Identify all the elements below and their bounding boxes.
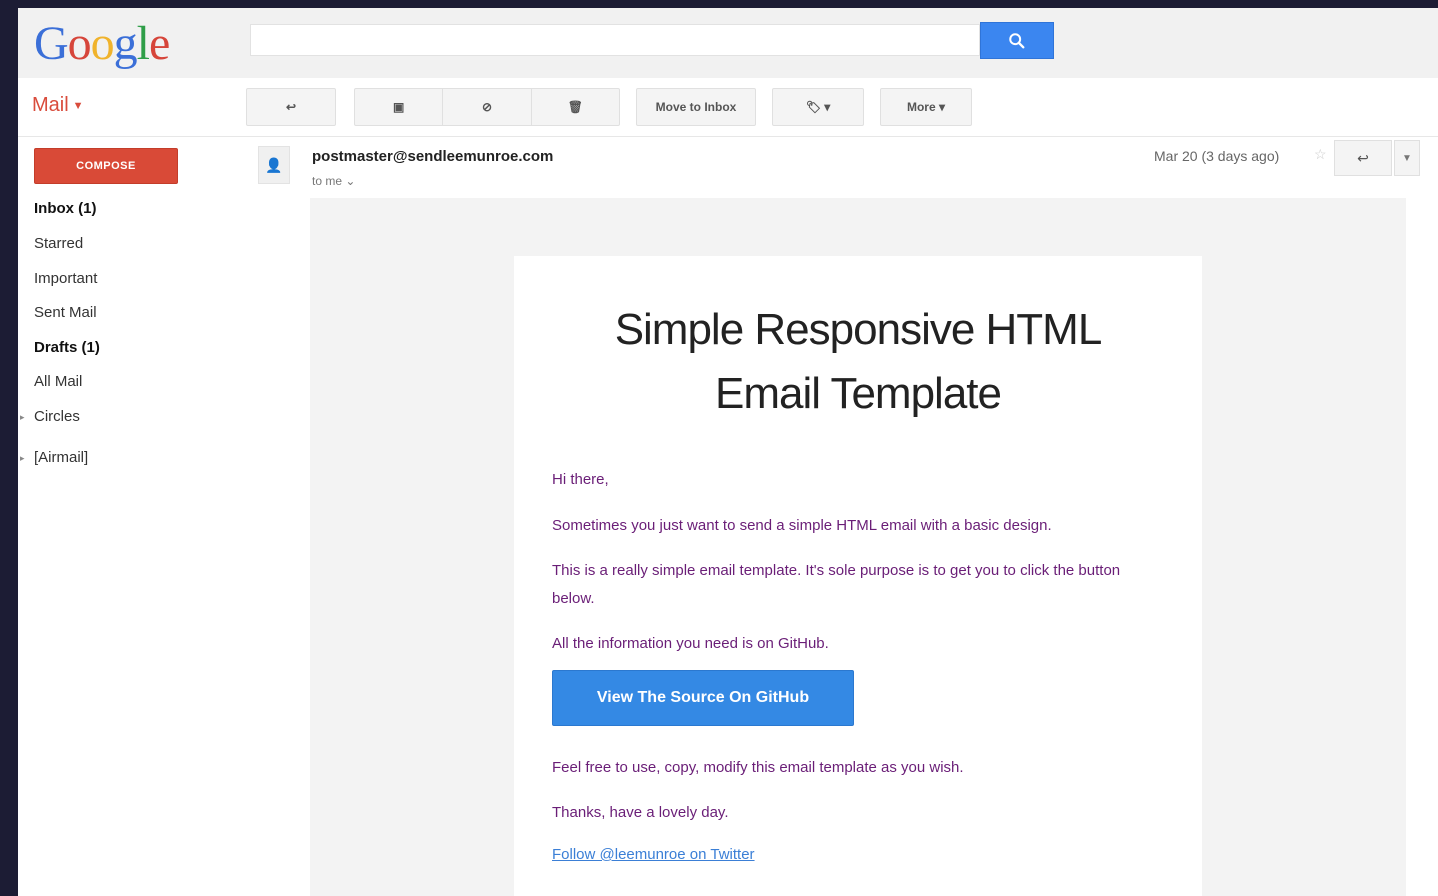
logo-letter: e: [149, 17, 170, 70]
action-button-group: ▣ ⊘ 🗑: [354, 88, 620, 126]
trash-icon: 🗑: [567, 100, 583, 114]
sidebar-item-circles[interactable]: Circles: [34, 408, 80, 425]
sidebar-item-starred[interactable]: Starred: [34, 235, 83, 252]
sender-address[interactable]: postmaster@sendleemunroe.com: [312, 148, 553, 165]
move-to-inbox-label: Move to Inbox: [655, 100, 737, 114]
email-paragraph: Sometimes you just want to send a simple…: [552, 517, 1052, 534]
reply-button[interactable]: ↩: [1334, 140, 1392, 176]
chevron-down-icon: ▼: [1402, 152, 1412, 164]
sender-avatar: 👤: [258, 146, 290, 184]
sidebar-item-drafts[interactable]: Drafts (1): [34, 339, 100, 356]
logo-letter: G: [34, 17, 69, 70]
person-icon: 👤: [265, 156, 283, 173]
move-to-inbox-button[interactable]: Move to Inbox: [636, 88, 756, 126]
search-button[interactable]: [980, 22, 1054, 59]
expand-arrow-icon[interactable]: ▸: [20, 453, 25, 464]
sidebar-item-inbox[interactable]: Inbox (1): [34, 200, 97, 217]
message-more-button[interactable]: ▼: [1394, 140, 1420, 176]
email-greeting: Hi there,: [552, 471, 609, 488]
sidebar-item-all-mail[interactable]: All Mail: [34, 373, 82, 390]
spam-icon: ⊘: [481, 100, 493, 114]
reply-icon: ↩: [1357, 149, 1369, 166]
more-actions-button[interactable]: More ▾: [880, 88, 972, 126]
logo-letter: o: [90, 17, 115, 70]
sidebar-item-airmail[interactable]: [Airmail]: [34, 449, 88, 466]
archive-icon: ▣: [392, 100, 405, 114]
email-paragraph: This is a really simple email template. …: [552, 562, 1121, 607]
sidebar-item-important[interactable]: Important: [34, 270, 97, 287]
email-title-line: Email Template: [715, 369, 1002, 418]
email-content-card: Simple Responsive HTML Email Template Hi…: [514, 256, 1202, 896]
message-date: Mar 20 (3 days ago): [1154, 148, 1280, 164]
mail-label: Mail: [32, 94, 69, 116]
google-logo[interactable]: Google: [34, 14, 170, 74]
email-paragraph: Feel free to use, copy, modify this emai…: [552, 759, 964, 776]
recipient-details[interactable]: to me ⌄: [312, 174, 355, 188]
view-source-button[interactable]: View The Source On GitHub: [552, 670, 854, 726]
compose-button[interactable]: COMPOSE: [34, 148, 178, 184]
toolbar-divider: [18, 136, 1438, 137]
mail-menu[interactable]: Mail ▼: [32, 94, 84, 117]
more-label: More ▾: [906, 100, 946, 114]
chevron-down-icon: ⌄: [345, 174, 356, 188]
chevron-down-icon: ▼: [72, 99, 84, 112]
label-icon: 🏷 ▾: [805, 100, 831, 114]
gmail-window: Google Mail ▼ ↩ ▣ ⊘ 🗑 Move to Inbox 🏷 ▾ M…: [18, 8, 1438, 896]
logo-letter: g: [113, 17, 138, 70]
logo-letter: o: [67, 17, 92, 70]
top-bar: Google: [18, 8, 1438, 78]
star-icon[interactable]: ☆: [1314, 146, 1327, 163]
twitter-link[interactable]: Follow @leemunroe on Twitter: [552, 846, 755, 863]
search-input[interactable]: [250, 24, 980, 56]
labels-button[interactable]: 🏷 ▾: [772, 88, 864, 126]
email-paragraph: Thanks, have a lovely day.: [552, 804, 729, 821]
back-arrow-icon: ↩: [285, 100, 297, 114]
delete-button[interactable]: 🗑: [532, 89, 619, 125]
email-paragraph: All the information you need is on GitHu…: [552, 635, 829, 652]
sidebar-item-sent-mail[interactable]: Sent Mail: [34, 304, 97, 321]
report-spam-button[interactable]: ⊘: [443, 89, 532, 125]
back-button[interactable]: ↩: [246, 88, 336, 126]
email-title-line: Simple Responsive HTML: [614, 305, 1103, 354]
email-title: Simple Responsive HTML Email Template: [514, 298, 1202, 426]
expand-arrow-icon[interactable]: ▸: [20, 412, 25, 423]
recipient-label: to me: [312, 174, 343, 188]
logo-letter: l: [136, 17, 150, 70]
search-icon: [1009, 32, 1025, 48]
archive-button[interactable]: ▣: [355, 89, 444, 125]
